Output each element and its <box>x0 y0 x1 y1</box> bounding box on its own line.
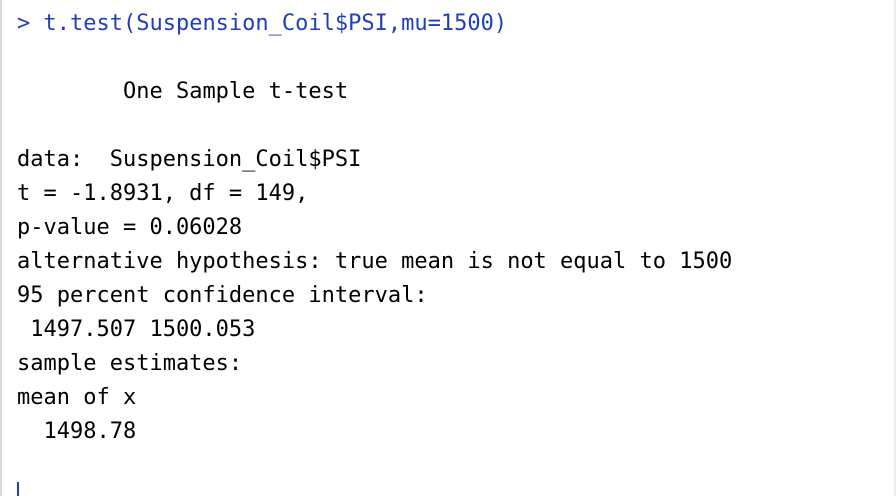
mean-header: mean of x <box>17 385 137 410</box>
test-title: One Sample t-test <box>17 75 348 109</box>
console-prompt: > <box>17 11 31 36</box>
data-line: data: Suspension_Coil$PSI <box>17 147 362 172</box>
confidence-interval-values: 1497.507 1500.053 <box>17 317 256 342</box>
p-value-line: p-value = 0.06028 <box>17 215 243 240</box>
r-console[interactable]: > t.test(Suspension_Coil$PSI,mu=1500) On… <box>0 0 896 496</box>
text-cursor <box>17 482 19 496</box>
command-text: t.test(Suspension_Coil$PSI,mu=1500) <box>43 11 508 36</box>
mean-value: 1498.78 <box>17 419 137 444</box>
test-title-text: One Sample t-test <box>122 79 349 104</box>
sample-estimates-header: sample estimates: <box>17 351 243 376</box>
confidence-interval-header: 95 percent confidence interval: <box>17 283 428 308</box>
alternative-hypothesis-line: alternative hypothesis: true mean is not… <box>17 249 733 274</box>
t-statistic-line: t = -1.8931, df = 149, <box>17 181 309 206</box>
command-line: > t.test(Suspension_Coil$PSI,mu=1500) <box>17 7 507 41</box>
